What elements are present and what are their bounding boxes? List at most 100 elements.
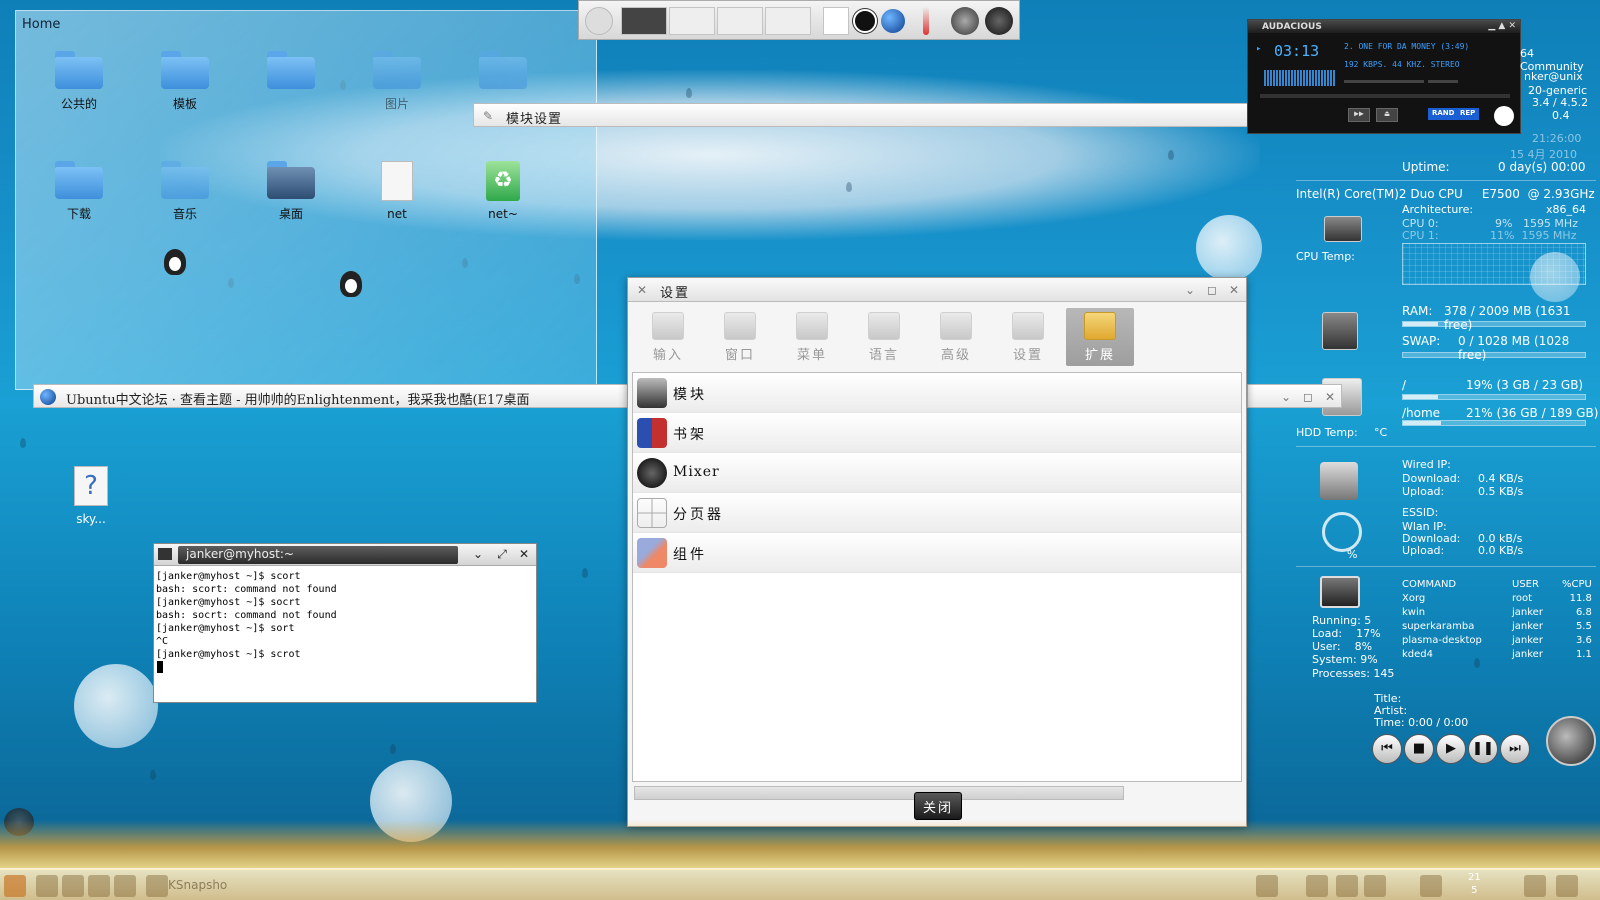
folder-templates[interactable]: 模板 bbox=[140, 51, 230, 112]
folder-desktop[interactable]: 桌面 bbox=[246, 161, 336, 222]
pager-desktop-3[interactable] bbox=[717, 7, 763, 35]
tab-input[interactable]: 输入 bbox=[634, 308, 702, 366]
tab-advanced[interactable]: 高级 bbox=[922, 308, 990, 366]
file-net[interactable]: net bbox=[352, 161, 442, 221]
audacious-time: 03:13 bbox=[1274, 42, 1320, 60]
globe-icon[interactable] bbox=[881, 9, 905, 33]
home-window[interactable]: Home 公共的 模板 图片 下载 音乐 桌面 net ♻ net~ bbox=[15, 10, 597, 390]
list-item-gadgets[interactable]: 组件 bbox=[633, 533, 1241, 573]
file-net-backup[interactable]: ♻ net~ bbox=[458, 161, 548, 221]
pager-desktop-2[interactable] bbox=[669, 7, 715, 35]
folder-public[interactable]: 公共的 bbox=[34, 51, 124, 112]
folder-pictures[interactable]: 图片 bbox=[352, 51, 442, 112]
search-icon[interactable] bbox=[585, 7, 613, 35]
chevron-down-icon[interactable]: ⌄ bbox=[1182, 282, 1198, 298]
terminal-titlebar[interactable]: janker@myhost:~ ⌄ ⤢ ✕ bbox=[154, 544, 536, 566]
close-icon[interactable]: ✕ bbox=[1322, 389, 1338, 405]
folder-music[interactable]: 音乐 bbox=[140, 161, 230, 222]
tray-icon[interactable] bbox=[1306, 875, 1328, 897]
settings-title: 设置 bbox=[660, 286, 691, 301]
recycle-icon: ♻ bbox=[486, 161, 520, 201]
audacious-titlebar[interactable]: AUDACIOUS ▁ ▲ ✕ bbox=[1248, 20, 1520, 33]
home-fs-fill bbox=[1403, 421, 1442, 425]
module-settings-window[interactable]: ✎ 模块设置 ✕ bbox=[473, 103, 1341, 127]
shuffle-toggle[interactable]: RAND bbox=[1428, 108, 1459, 120]
folder-icon bbox=[267, 161, 315, 199]
wallpaper-bubble bbox=[74, 664, 158, 748]
desktop-item-sky[interactable]: ? sky... bbox=[46, 466, 136, 526]
eject-button[interactable]: ⏏ bbox=[1376, 108, 1398, 122]
player-logo-icon bbox=[1546, 716, 1596, 766]
play-button[interactable]: ▶ bbox=[1436, 734, 1466, 764]
process-user: janker bbox=[1512, 606, 1543, 618]
list-item-modules[interactable]: 模块 bbox=[633, 373, 1241, 413]
list-item-shelves[interactable]: 书架 bbox=[633, 413, 1241, 453]
tab-settings[interactable]: 设置 bbox=[994, 308, 1062, 366]
column-header: COMMAND bbox=[1402, 578, 1457, 590]
tab-extensions[interactable]: 扩展 bbox=[1066, 308, 1134, 366]
stop-button[interactable]: ■ bbox=[1404, 734, 1434, 764]
launcher-icon[interactable] bbox=[88, 875, 110, 897]
folder-downloads[interactable]: 下载 bbox=[34, 161, 124, 222]
close-icon[interactable]: ✕ bbox=[1226, 282, 1242, 298]
column-header: USER bbox=[1512, 578, 1539, 590]
close-icon[interactable]: ✕ bbox=[516, 546, 532, 562]
horizontal-scrollbar[interactable] bbox=[634, 786, 1124, 800]
launcher-icon[interactable] bbox=[36, 875, 58, 897]
maximize-icon[interactable]: ◻ bbox=[1300, 389, 1316, 405]
tab-language[interactable]: 语言 bbox=[850, 308, 918, 366]
pager-desktop-1[interactable] bbox=[621, 7, 667, 35]
audacious-icon[interactable] bbox=[853, 9, 877, 33]
window-controls-icon[interactable]: ▁ ▲ ✕ bbox=[1488, 21, 1516, 31]
show-desktop-icon[interactable] bbox=[1524, 875, 1546, 897]
task-ksnapshot[interactable]: KSnapsho bbox=[168, 878, 227, 892]
maximize-icon[interactable]: ⤢ bbox=[494, 546, 510, 562]
launcher-icon[interactable] bbox=[62, 875, 84, 897]
volume-icon[interactable] bbox=[1256, 875, 1278, 897]
volume-slider[interactable] bbox=[1344, 80, 1424, 83]
next-track-button[interactable]: ⏭ bbox=[1500, 734, 1530, 764]
ram-usage-bar bbox=[1402, 321, 1586, 327]
browser-window[interactable]: Ubuntu中文论坛 · 查看主题 - 用帅帅的Enlightenment，我采… bbox=[33, 384, 628, 408]
folder-documents[interactable] bbox=[246, 51, 336, 95]
tab-menus[interactable]: 菜单 bbox=[778, 308, 846, 366]
settings-window[interactable]: ✕ 设置 ⌄ ◻ ✕ 输入 窗口 菜单 语言 高级 设置 扩展 模块 书架 Mi… bbox=[627, 277, 1247, 827]
terminal-window[interactable]: janker@myhost:~ ⌄ ⤢ ✕ [janker@myhost ~]$… bbox=[153, 543, 537, 703]
module-settings-title: 模块设置 bbox=[506, 112, 563, 127]
taskbar[interactable]: KSnapsho 21 5 bbox=[0, 868, 1600, 900]
repeat-toggle[interactable]: REP bbox=[1456, 108, 1480, 120]
taskbar-clock[interactable]: 21 5 bbox=[1468, 871, 1481, 897]
pager-desktop-4[interactable] bbox=[765, 7, 811, 35]
chevron-down-icon[interactable]: ⌄ bbox=[470, 546, 486, 562]
terminal-output[interactable]: [janker@myhost ~]$ scort bash: scort: co… bbox=[156, 570, 337, 661]
tray-icon[interactable] bbox=[1420, 875, 1442, 897]
top-panel[interactable] bbox=[578, 0, 1020, 40]
tray-icon[interactable] bbox=[1556, 875, 1578, 897]
chevron-down-icon[interactable]: ⌄ bbox=[1278, 389, 1294, 405]
list-item-label: 组件 bbox=[673, 547, 707, 563]
tray-icon[interactable] bbox=[1364, 875, 1386, 897]
next-track-button[interactable]: ▶▶ bbox=[1348, 108, 1370, 122]
previous-track-button[interactable]: ⏮ bbox=[1372, 734, 1402, 764]
wlan-upload-label: Upload: bbox=[1402, 544, 1445, 557]
browser-window-controls[interactable]: ⌄ ◻ ✕ bbox=[1247, 384, 1342, 408]
load-value: 0.4 bbox=[1552, 109, 1570, 122]
settings-titlebar[interactable]: ✕ 设置 ⌄ ◻ ✕ bbox=[628, 278, 1246, 302]
tray-icon[interactable] bbox=[1336, 875, 1358, 897]
kde-menu-icon[interactable] bbox=[4, 875, 26, 897]
audacious-player[interactable]: AUDACIOUS ▁ ▲ ✕ ▸ 03:13 2. ONE FOR DA MO… bbox=[1247, 19, 1521, 134]
list-item-pager[interactable]: 分页器 bbox=[633, 493, 1241, 533]
ksnapshot-task-icon[interactable] bbox=[146, 875, 168, 897]
process-user: janker bbox=[1512, 634, 1543, 646]
seek-bar[interactable] bbox=[1260, 94, 1510, 98]
close-button[interactable]: 关闭 bbox=[914, 792, 962, 820]
penguin-icon bbox=[340, 271, 362, 297]
pause-button[interactable]: ❚❚ bbox=[1468, 734, 1498, 764]
pager-desktop-5[interactable] bbox=[823, 7, 849, 35]
launcher-icon[interactable] bbox=[114, 875, 136, 897]
folder-videos[interactable] bbox=[458, 51, 548, 95]
tab-windows[interactable]: 窗口 bbox=[706, 308, 774, 366]
balance-slider[interactable] bbox=[1428, 80, 1458, 83]
maximize-icon[interactable]: ◻ bbox=[1204, 282, 1220, 298]
list-item-mixer[interactable]: Mixer bbox=[633, 453, 1241, 493]
